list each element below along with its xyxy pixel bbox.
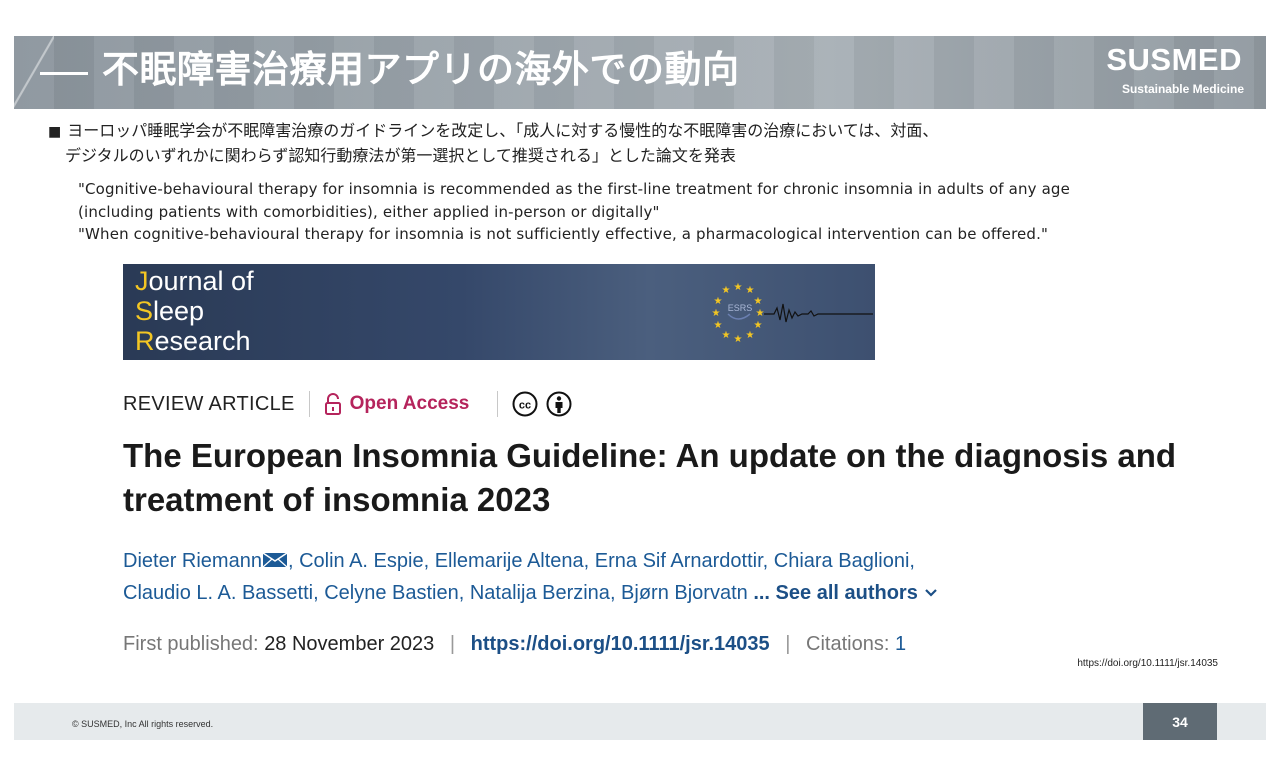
journal-banner: Journal of Sleep Research ★ ★ ★ ★ ★ ★ ★ … <box>123 264 875 360</box>
svg-text:cc: cc <box>519 400 531 412</box>
esrs-badge-text: ESRS <box>728 303 753 313</box>
esrs-logo-icon: ★ ★ ★ ★ ★ ★ ★ ★ ★ ★ ★ ★ ESRS <box>712 282 873 345</box>
meta-divider <box>308 391 310 417</box>
pub-separator: | <box>449 633 456 655</box>
summary-line-2: デジタルのいずれかに関わらず認知行動療法が第一選択として推奨される」とした論文を… <box>65 146 736 165</box>
svg-text:★: ★ <box>746 285 755 296</box>
open-lock-icon <box>324 393 341 415</box>
envelope-icon[interactable] <box>262 552 288 568</box>
author-link[interactable]: , Ellemarije Altena <box>424 550 584 572</box>
journal-name: Journal of Sleep Research <box>135 266 254 356</box>
svg-text:★: ★ <box>734 334 743 345</box>
see-all-authors-button[interactable]: ... See all authors <box>748 582 918 604</box>
open-access-link[interactable]: Open Access <box>350 393 470 415</box>
svg-text:★: ★ <box>746 330 755 341</box>
summary-bullet: ■ ヨーロッパ睡眠学会が不眠障害治療のガイドラインを改定し、「成人に対する慢性的な… <box>48 119 1248 168</box>
first-published-label: First published: <box>123 633 259 655</box>
first-published-date: 28 November 2023 <box>264 633 435 655</box>
attribution-person-icon[interactable] <box>546 391 572 417</box>
author-link[interactable]: , Colin A. Espie <box>288 550 424 572</box>
article-title[interactable]: The European Insomnia Guideline: An upda… <box>123 434 1203 522</box>
source-url: https://doi.org/10.1111/jsr.14035 <box>1077 658 1218 669</box>
page-title: 不眠障害治療用アプリの海外での動向 <box>102 48 740 91</box>
author-link[interactable]: , Bjørn Bjorvatn <box>610 582 748 604</box>
copyright-notice: © SUSMED, Inc All rights reserved. <box>72 719 214 729</box>
article-type-label: REVIEW ARTICLE <box>123 392 295 415</box>
svg-text:★: ★ <box>756 308 765 319</box>
svg-text:★: ★ <box>754 320 763 331</box>
author-link[interactable]: , Natalija Berzina <box>459 582 610 604</box>
quote-line-3: "When cognitive-behavioural therapy for … <box>78 225 1049 243</box>
author-list: Dieter Riemann , Colin A. Espie, Ellemari… <box>123 545 1123 609</box>
author-link[interactable]: Claudio L. A. Bassetti <box>123 582 313 604</box>
citations-count[interactable]: 1 <box>895 633 906 655</box>
pub-separator: | <box>785 633 791 655</box>
svg-text:★: ★ <box>754 296 763 307</box>
svg-text:★: ★ <box>712 308 721 319</box>
author-link[interactable]: Dieter Riemann <box>123 550 262 572</box>
summary-line-1: ■ ヨーロッパ睡眠学会が不眠障害治療のガイドラインを改定し、「成人に対する慢性的な… <box>48 121 939 140</box>
page-number: 34 <box>1143 703 1217 740</box>
chevron-down-icon[interactable] <box>924 588 938 598</box>
susmed-logo-tagline: Sustainable Medicine <box>1121 82 1244 96</box>
quote-line-1: "Cognitive-behavioural therapy for insom… <box>78 180 1070 198</box>
guideline-quotes: "Cognitive-behavioural therapy for insom… <box>78 178 1238 246</box>
author-link[interactable]: , Chiara Baglioni, <box>763 550 915 572</box>
svg-text:★: ★ <box>722 330 731 341</box>
meta-divider <box>497 391 499 417</box>
bullet-square-icon: ■ <box>48 124 62 140</box>
doi-link[interactable]: https://doi.org/10.1111/jsr.14035 <box>471 633 770 655</box>
svg-text:★: ★ <box>734 282 743 293</box>
quote-line-2: (including patients with comorbidities),… <box>78 202 660 221</box>
author-link[interactable]: , Erna Sif Arnardottir <box>584 550 763 572</box>
article-meta-bar: REVIEW ARTICLE Open Access cc <box>123 389 572 419</box>
author-link[interactable]: , Celyne Bastien <box>313 582 459 604</box>
svg-text:★: ★ <box>714 296 723 307</box>
author-line-1: Dieter Riemann , Colin A. Espie, Ellemari… <box>123 545 1123 577</box>
author-line-2: Claudio L. A. Bassetti, Celyne Bastien, … <box>123 577 1123 609</box>
svg-text:★: ★ <box>722 285 731 296</box>
susmed-logo: SUSMED <box>1106 42 1242 77</box>
citations-label: Citations: <box>806 633 890 655</box>
publication-info: First published: 28 November 2023 | http… <box>123 629 906 659</box>
creative-commons-icon[interactable]: cc <box>512 391 538 417</box>
license-icons: cc <box>512 391 572 417</box>
title-dash <box>40 72 88 75</box>
